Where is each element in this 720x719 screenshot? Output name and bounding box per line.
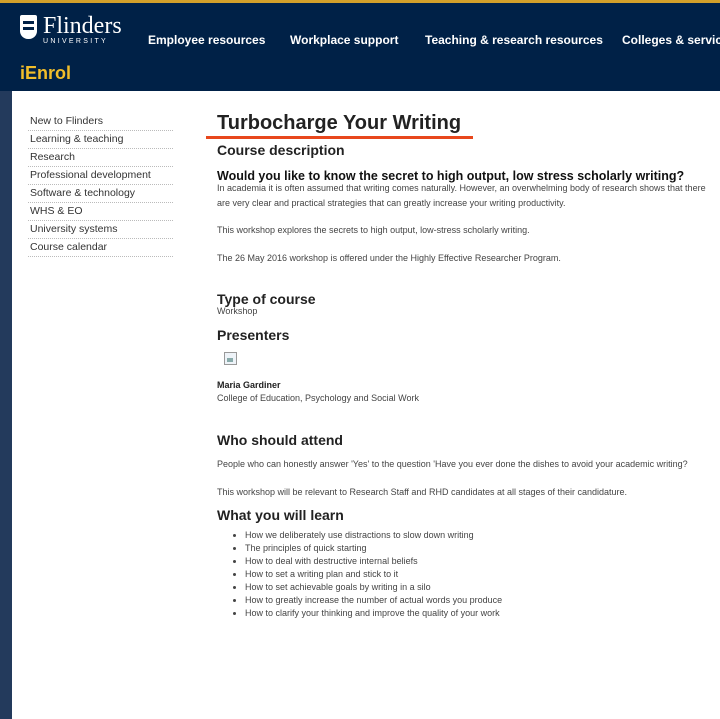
presenter-college: College of Education, Psychology and Soc… (217, 393, 419, 403)
title-underline (206, 136, 473, 139)
nav-employee-resources[interactable]: Employee resources (148, 33, 265, 47)
main-content: Turbocharge Your Writing Course descript… (206, 111, 717, 620)
sidebar-item-learning-teaching[interactable]: Learning & teaching (28, 131, 173, 149)
sidebar-item-university-systems[interactable]: University systems (28, 221, 173, 239)
list-item: How to clarify your thinking and improve… (245, 607, 717, 620)
site-header: Flinders UNIVERSITY Employee resources W… (0, 3, 720, 91)
logo-name: Flinders (43, 13, 122, 39)
logo-subname: UNIVERSITY (43, 38, 109, 45)
who-should-attend-text: People who can honestly answer 'Yes' to … (217, 459, 688, 469)
list-item: The principles of quick starting (245, 542, 717, 555)
list-item: How to greatly increase the number of ac… (245, 594, 717, 607)
nav-colleges-services[interactable]: Colleges & services (622, 33, 720, 47)
sidebar-item-course-calendar[interactable]: Course calendar (28, 239, 173, 257)
who-should-attend-heading: Who should attend (217, 432, 343, 448)
list-item: How to set a writing plan and stick to i… (245, 568, 717, 581)
sidebar-item-whs-eo[interactable]: WHS & EO (28, 203, 173, 221)
page-title: Turbocharge Your Writing (217, 112, 462, 134)
sidebar-item-research[interactable]: Research (28, 149, 173, 167)
explores-text: This workshop explores the secrets to hi… (217, 225, 530, 235)
presenter-photo-icon (224, 352, 237, 365)
list-item: How to set achievable goals by writing i… (245, 581, 717, 594)
presenters-heading: Presenters (217, 327, 290, 343)
what-you-will-learn-heading: What you will learn (217, 507, 344, 523)
list-item: How to deal with destructive internal be… (245, 555, 717, 568)
learn-list: How we deliberately use distractions to … (245, 529, 717, 620)
program-text: The 26 May 2016 workshop is offered unde… (217, 253, 561, 263)
course-description-heading: Course description (217, 142, 345, 158)
university-logo[interactable]: Flinders UNIVERSITY (20, 13, 122, 45)
nav-teaching-research[interactable]: Teaching & research resources (425, 33, 603, 47)
nav-workplace-support[interactable]: Workplace support (290, 33, 398, 47)
sidebar-item-professional-development[interactable]: Professional development (28, 167, 173, 185)
sidebar-item-software-technology[interactable]: Software & technology (28, 185, 173, 203)
app-title[interactable]: iEnrol (20, 63, 71, 84)
intro-text: In academia it is often assumed that wri… (217, 183, 706, 208)
sidebar-item-new-to-flinders[interactable]: New to Flinders (28, 113, 173, 131)
relevant-text: This workshop will be relevant to Resear… (217, 487, 628, 497)
sidebar: New to Flinders Learning & teaching Rese… (28, 113, 173, 257)
page-content: New to Flinders Learning & teaching Rese… (12, 91, 720, 719)
crest-icon (20, 15, 37, 39)
list-item: How we deliberately use distractions to … (245, 529, 717, 542)
